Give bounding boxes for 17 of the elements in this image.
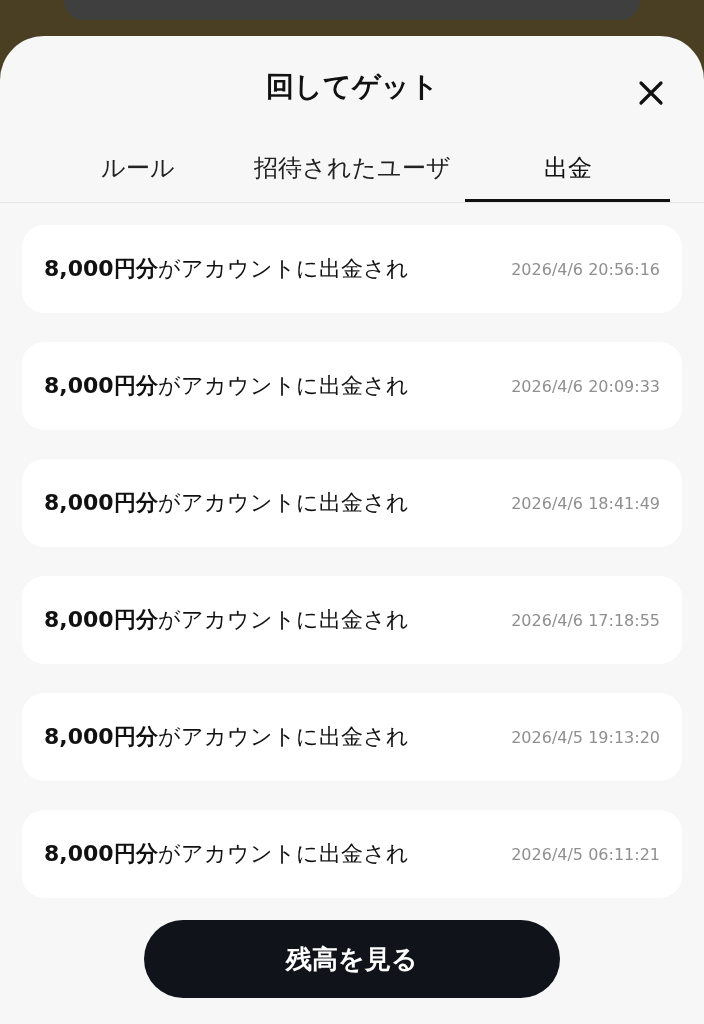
tab[interactable]: 招待されたユーザ <box>250 142 455 202</box>
timestamp: 2026/4/6 18:41:49 <box>511 493 660 513</box>
timestamp: 2026/4/6 20:09:33 <box>511 376 660 396</box>
timestamp: 2026/4/6 20:56:16 <box>511 259 660 279</box>
withdrawal-message: 8,000円分がアカウントに出金され <box>44 372 409 400</box>
tab[interactable]: ルール <box>35 142 240 202</box>
timestamp: 2026/4/5 06:11:21 <box>511 844 660 864</box>
withdrawal-message: 8,000円分がアカウントに出金され <box>44 840 409 868</box>
timestamp: 2026/4/6 17:18:55 <box>511 610 660 630</box>
withdrawal-message: 8,000円分がアカウントに出金され <box>44 606 409 634</box>
withdrawal-message: 8,000円分がアカウントに出金され <box>44 255 409 283</box>
withdrawal-message: 8,000円分がアカウントに出金され <box>44 723 409 751</box>
timestamp: 2026/4/5 19:13:20 <box>511 727 660 747</box>
tab[interactable]: 出金 <box>465 142 670 202</box>
withdrawal-message: 8,000円分がアカウントに出金され <box>44 489 409 517</box>
view-balance-button[interactable]: 残高を見る <box>144 920 560 998</box>
sheet-title: 回してゲット <box>265 69 439 105</box>
